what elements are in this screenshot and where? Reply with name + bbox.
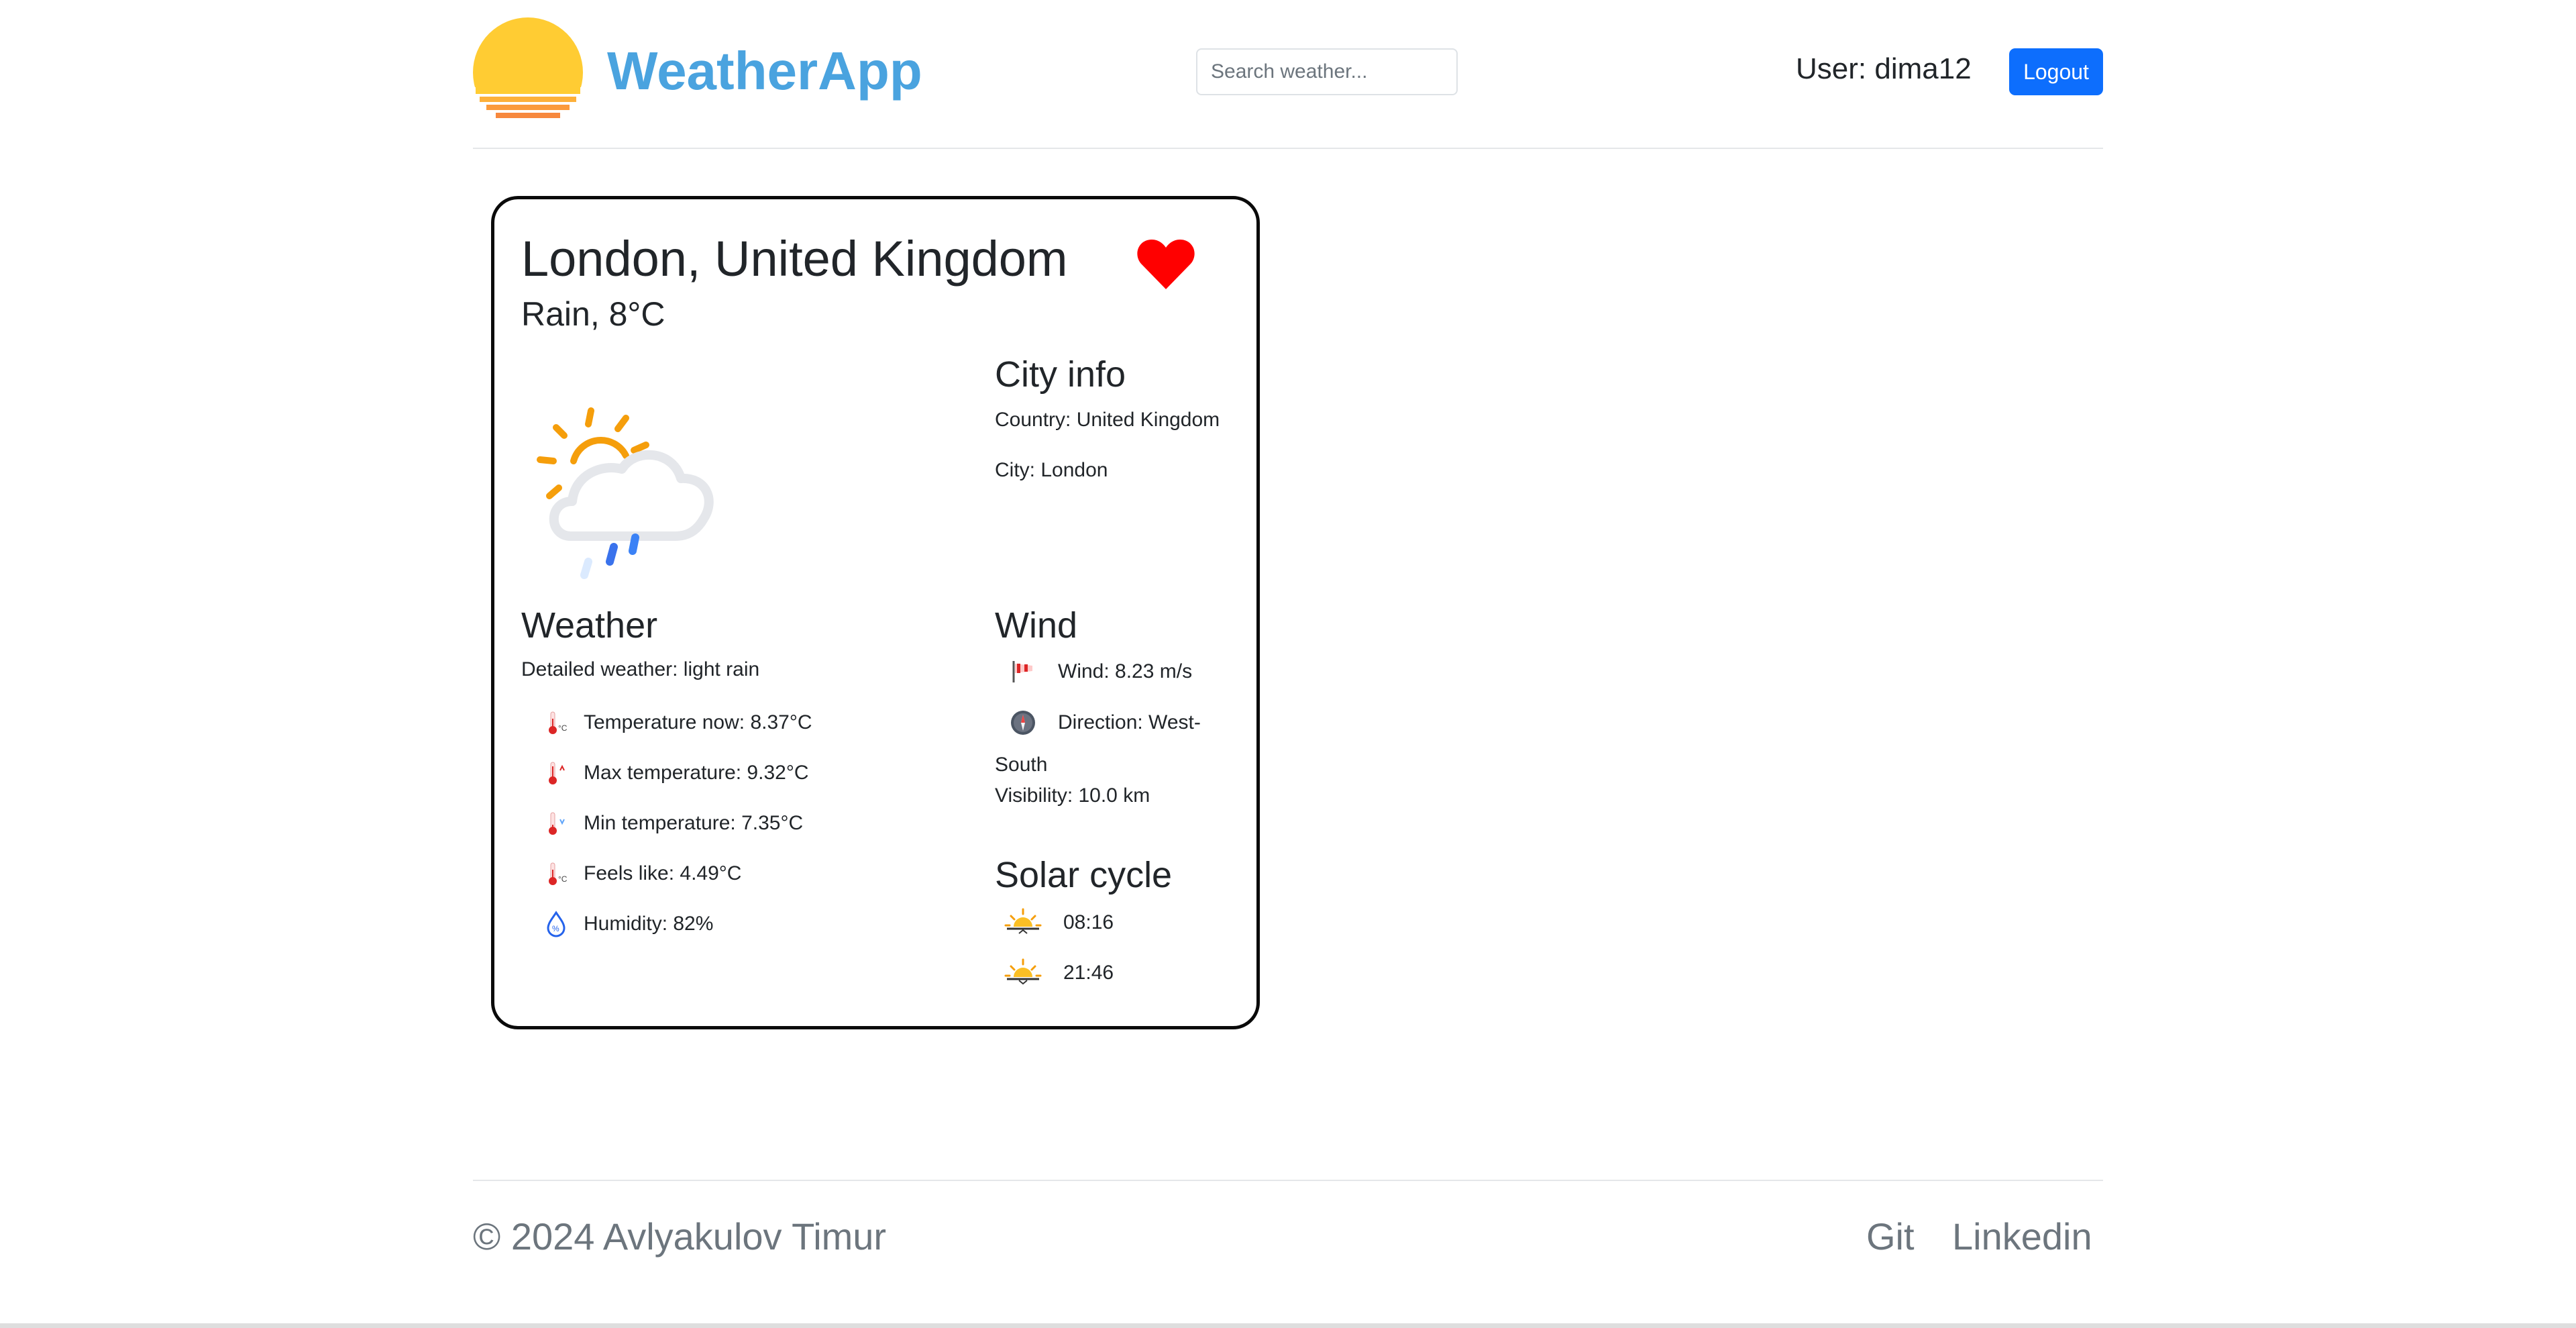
svg-text:°C: °C <box>558 723 568 733</box>
humidity-icon: % <box>547 911 566 937</box>
country-text: Country: United Kingdom <box>995 409 1220 431</box>
svg-text:°C: °C <box>558 874 568 884</box>
weather-row: Feels like: 4.49°C <box>584 862 742 884</box>
visibility-text: Visibility: 10.0 km <box>995 784 1150 807</box>
weather-row: Temperature now: 8.37°C <box>584 711 812 733</box>
user-label: User: dima12 <box>1796 52 1972 85</box>
detailed-weather-text: Detailed weather: light rain <box>521 658 760 680</box>
compass-icon <box>1011 711 1035 735</box>
weather-card: London, United Kingdom Rain, 8°C City in… <box>491 196 1260 1029</box>
sunset-icon <box>1004 958 1042 985</box>
city-info-heading: City info <box>995 354 1126 395</box>
wind-direction-text: Direction: West- <box>1058 711 1201 733</box>
linkedin-link[interactable]: Linkedin <box>1952 1215 2092 1258</box>
weather-summary: Rain, 8°C <box>521 295 665 333</box>
partly-cloudy-rain-icon <box>537 407 714 579</box>
solar-cycle-heading: Solar cycle <box>995 855 1173 895</box>
sunrise-icon <box>1004 908 1042 934</box>
thermometer-colder-icon <box>549 812 565 835</box>
weather-heading: Weather <box>521 605 658 646</box>
svg-text:%: % <box>552 924 559 933</box>
weather-row: Min temperature: 7.35°C <box>584 812 804 834</box>
window-bottom-edge <box>0 1323 2576 1328</box>
weather-row: Max temperature: 9.32°C <box>584 762 809 784</box>
copyright-text: © 2024 Avlyakulov Timur <box>473 1215 887 1258</box>
wind-direction-text-continued: South <box>995 754 1048 776</box>
header: WeatherApp User: dima12 Logout <box>473 0 2103 149</box>
thermometer-warmer-icon <box>549 762 565 784</box>
search-input[interactable] <box>1196 48 1458 95</box>
sunrise-time: 08:16 <box>1063 911 1114 933</box>
favorite-heart-icon[interactable] <box>1137 238 1195 289</box>
sunset-time: 21:46 <box>1063 962 1114 984</box>
windsock-icon <box>1012 661 1032 682</box>
logout-button[interactable]: Logout <box>2009 48 2103 95</box>
footer-divider <box>473 1180 2103 1181</box>
wind-speed-text: Wind: 8.23 m/s <box>1058 660 1193 682</box>
weather-row: Humidity: 82% <box>584 913 714 935</box>
thermometer-celsius-icon: °C <box>549 862 568 885</box>
city-title: London, United Kingdom <box>521 231 1068 287</box>
brand-title[interactable]: WeatherApp <box>607 40 922 102</box>
wind-heading: Wind <box>995 605 1078 646</box>
thermometer-celsius-icon: °C <box>549 711 568 734</box>
city-text: City: London <box>995 459 1108 481</box>
sunset-logo-icon[interactable] <box>473 17 583 119</box>
git-link[interactable]: Git <box>1866 1215 1915 1258</box>
